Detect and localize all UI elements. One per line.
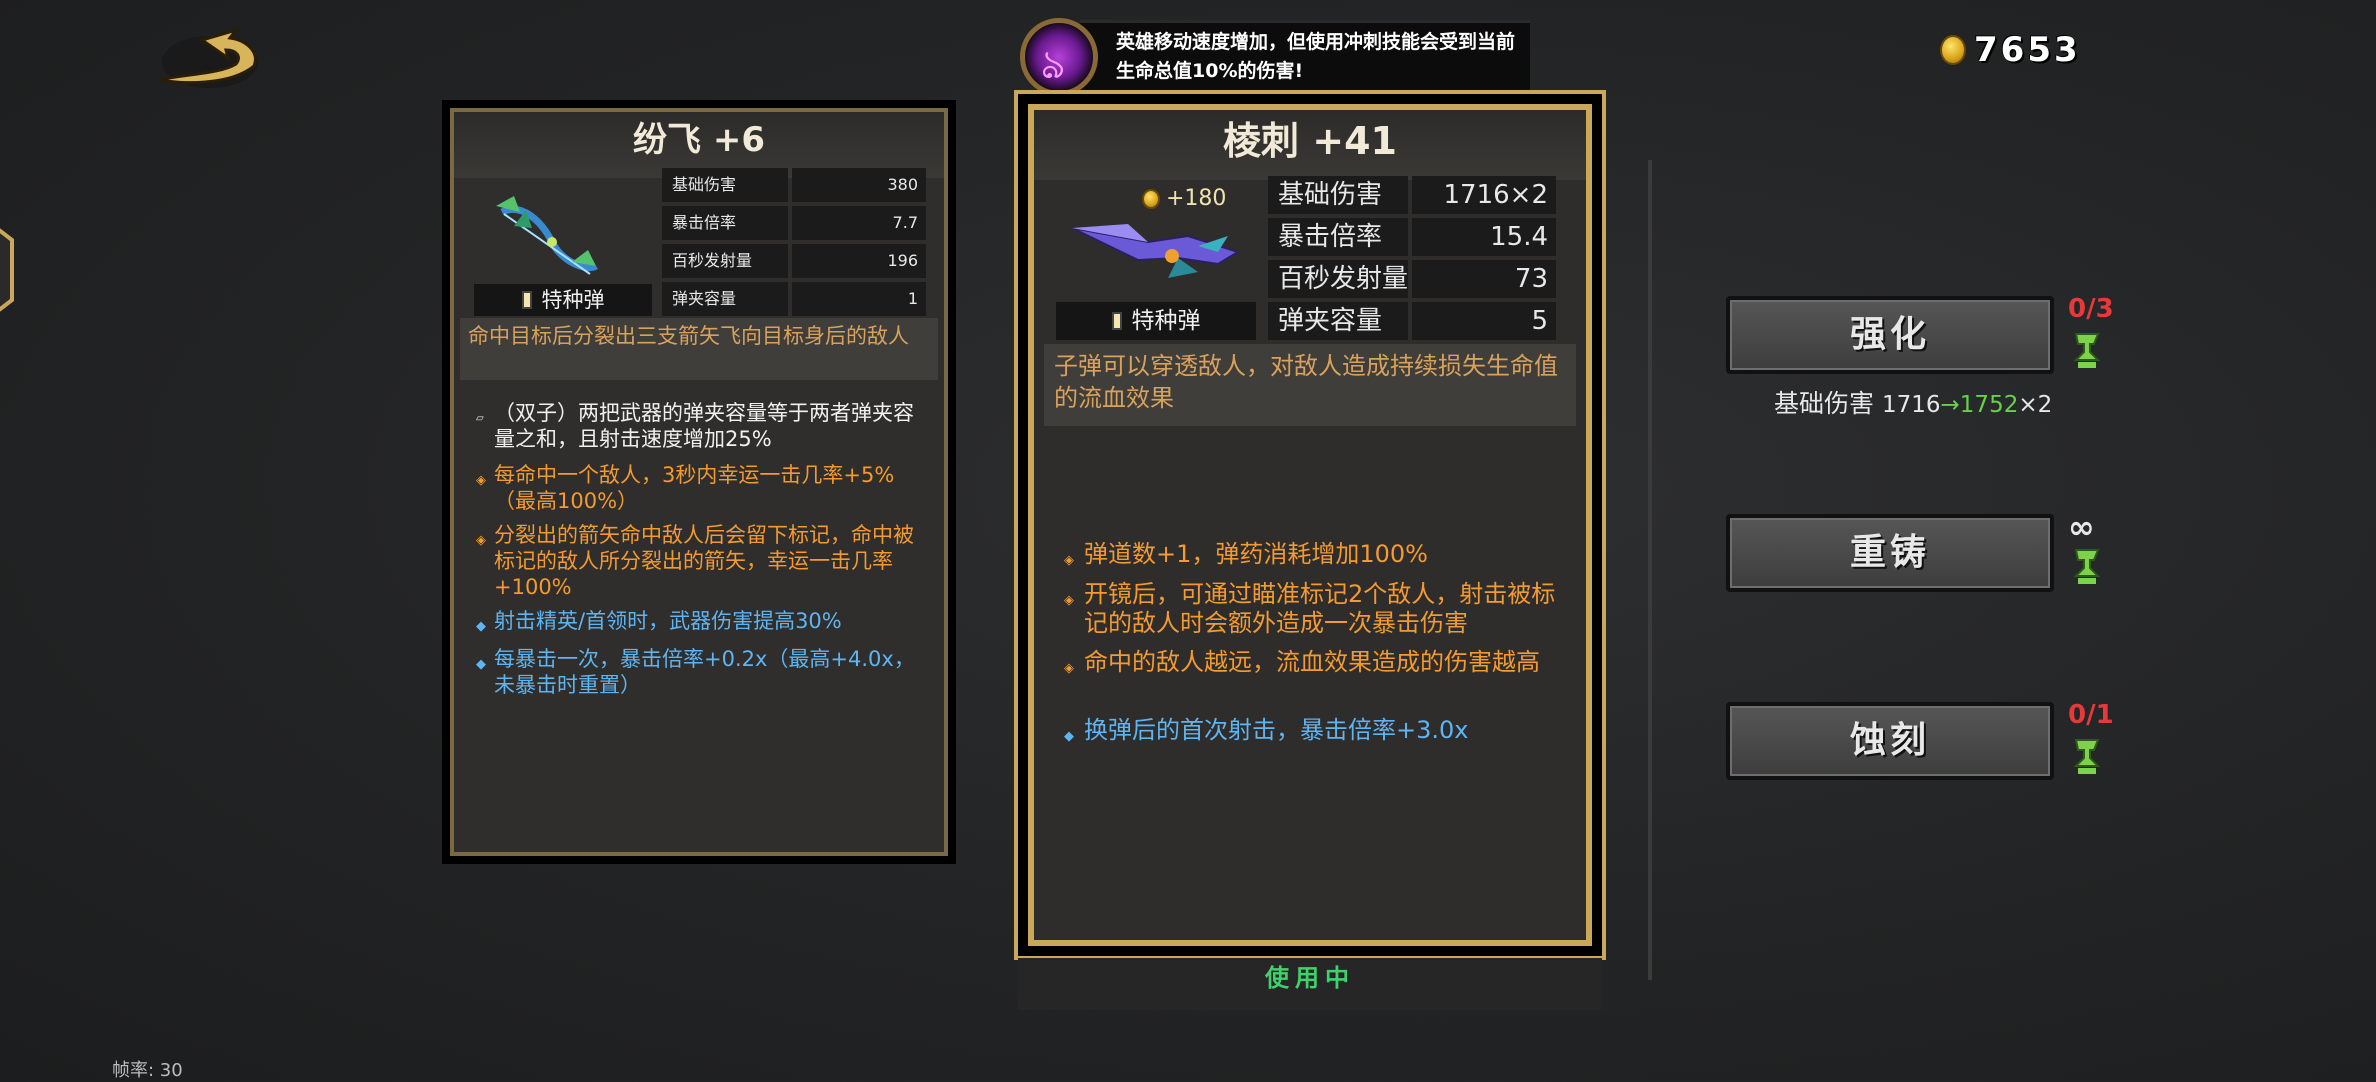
orange-diamond-icon: ◈ xyxy=(476,533,486,548)
weapon-card-equipped[interactable]: 棱刺 +41 +180 基础伤害 1716×2 暴击倍率 15.4 百秒发射量 … xyxy=(1018,94,1602,956)
ammo-type-label: 特种弹 xyxy=(541,288,605,312)
orange-diamond-icon: ◈ xyxy=(1064,553,1074,568)
trait-item: ◈ 弹道数+1，弹药消耗增加100% xyxy=(1064,540,1564,569)
stat-row: 百秒发射量 73 xyxy=(1268,260,1556,298)
upgrade-preview: 基础伤害 1716→1752×2 xyxy=(1774,384,2052,420)
stat-value: 196 xyxy=(792,244,926,278)
trait-item: ◈ 分裂出的箭矢命中敌人后会留下标记，命中被标记的敌人所分裂出的箭矢，幸运一击几率… xyxy=(476,522,916,600)
trait-text: 开镜后，可通过瞄准标记2个敌人，射击被标记的敌人时会额外造成一次暴击伤害 xyxy=(1084,580,1556,637)
trait-item: ◆ 射击精英/首领时，武器伤害提高30% xyxy=(476,608,916,634)
anvil-icon xyxy=(2072,736,2102,776)
anvil-icon xyxy=(2072,546,2102,586)
stat-label: 弹夹容量 xyxy=(662,282,788,316)
orange-diamond-icon: ◈ xyxy=(1064,593,1074,608)
hexagon-tab-icon xyxy=(0,228,14,312)
purple-flame-orb-icon[interactable]: ঌ xyxy=(1020,18,1098,96)
upgrade-button[interactable]: 强化 xyxy=(1726,296,2054,374)
currency-amount: 7653 xyxy=(1974,30,2081,70)
stat-value: 5 xyxy=(1412,302,1556,340)
trait-text: 分裂出的箭矢命中敌人后会留下标记，命中被标记的敌人所分裂出的箭矢，幸运一击几率+… xyxy=(494,523,914,599)
stat-label: 百秒发射量 xyxy=(662,244,788,278)
preview-stat: 基础伤害 xyxy=(1774,389,1875,418)
buff-description: 英雄移动速度增加，但使用冲刺技能会受到当前生命总值10%的伤害! xyxy=(1116,31,1516,82)
upgrade-count: 0/3 xyxy=(2068,294,2114,324)
active-buff-banner: ঌ 英雄移动速度增加，但使用冲刺技能会受到当前生命总值10%的伤害! xyxy=(1020,18,1530,98)
stat-value: 7.7 xyxy=(792,206,926,240)
reforge-count: ∞ xyxy=(2068,508,2095,546)
weapon-title: 纷飞 +6 xyxy=(633,120,765,160)
trait-text: 每命中一个敌人，3秒内幸运一击几率+5%（最高100%） xyxy=(494,463,895,513)
trait-text: 换弹后的首次射击，暴击倍率+3.0x xyxy=(1084,716,1469,744)
arrow-icon: → xyxy=(1940,392,1960,418)
etch-count: 0/1 xyxy=(2068,700,2114,730)
trait-item: ◆ 每暴击一次，暴击倍率+0.2x（最高+4.0x，未暴击时重置） xyxy=(476,646,916,698)
blue-diamond-icon: ◆ xyxy=(476,619,486,634)
spike-rifle-weapon-icon xyxy=(1068,206,1248,286)
equipped-status: 使用中 xyxy=(1018,958,1602,1010)
stat-label: 暴击倍率 xyxy=(662,206,788,240)
stat-value: 73 xyxy=(1412,260,1556,298)
stat-row: 基础伤害 1716×2 xyxy=(1268,176,1556,214)
trait-text: 每暴击一次，暴击倍率+0.2x（最高+4.0x，未暴击时重置） xyxy=(494,647,915,697)
side-drawer-tab[interactable] xyxy=(0,220,16,320)
gold-coin-icon xyxy=(1940,35,1966,65)
bow-weapon-icon xyxy=(492,192,602,284)
preview-from: 1716 xyxy=(1881,392,1941,418)
blue-diamond-icon: ◆ xyxy=(1064,729,1074,744)
back-arrow-icon xyxy=(159,27,258,88)
weapon-card-compare[interactable]: 纷飞 +6 基础伤害 380 暴击倍率 7.7 百秒发射量 196 弹夹容量 1… xyxy=(442,100,956,864)
trait-text: （双子）两把武器的弹夹容量等于两者弹夹容量之和，且射击速度增加25% xyxy=(494,401,914,451)
etch-button[interactable]: 蚀刻 xyxy=(1726,702,2054,780)
bullet-icon xyxy=(521,291,532,309)
ammo-type-badge: 特种弹 xyxy=(474,284,652,316)
stat-row: 暴击倍率 7.7 xyxy=(662,206,926,240)
trait-item: ◆ 换弹后的首次射击，暴击倍率+3.0x xyxy=(1064,716,1564,745)
back-button[interactable] xyxy=(150,22,262,94)
bullet-icon xyxy=(1111,312,1122,330)
trait-item: ◈ 每命中一个敌人，3秒内幸运一击几率+5%（最高100%） xyxy=(476,462,916,514)
stat-row: 基础伤害 380 xyxy=(662,168,926,202)
stat-value: 380 xyxy=(792,168,926,202)
panel-divider xyxy=(1648,160,1652,980)
fps-counter: 帧率: 30 xyxy=(112,1060,183,1081)
reforge-button[interactable]: 重铸 xyxy=(1726,514,2054,592)
trait-item: ▱ （双子）两把武器的弹夹容量等于两者弹夹容量之和，且射击速度增加25% xyxy=(476,400,916,452)
stat-value: 1 xyxy=(792,282,926,316)
preview-to: 1752 xyxy=(1959,392,2019,418)
stat-label: 基础伤害 xyxy=(662,168,788,202)
weapon-description: 子弹可以穿透敌人，对敌人造成持续损失生命值的流血效果 xyxy=(1044,344,1576,426)
stat-row: 暴击倍率 15.4 xyxy=(1268,218,1556,256)
currency-display: 7653 xyxy=(1940,28,2081,72)
dash-icon: ▱ xyxy=(476,413,484,424)
weapon-description: 命中目标后分裂出三支箭矢飞向目标身后的敌人 xyxy=(460,318,938,380)
weapon-title: 棱刺 +41 xyxy=(1223,119,1397,163)
stat-label: 暴击倍率 xyxy=(1268,218,1408,256)
orange-diamond-icon: ◈ xyxy=(476,473,486,488)
stat-value: 1716×2 xyxy=(1412,176,1556,214)
ammo-type-badge: 特种弹 xyxy=(1056,302,1256,340)
orange-diamond-icon: ◈ xyxy=(1064,661,1074,676)
blue-diamond-icon: ◆ xyxy=(476,657,486,672)
stat-row: 百秒发射量 196 xyxy=(662,244,926,278)
stat-label: 百秒发射量 xyxy=(1268,260,1408,298)
trait-text: 射击精英/首领时，武器伤害提高30% xyxy=(494,609,842,633)
anvil-icon xyxy=(2072,330,2102,370)
preview-mult: ×2 xyxy=(2018,392,2053,418)
stat-row: 弹夹容量 1 xyxy=(662,282,926,316)
trait-item: ◈ 命中的敌人越远，流血效果造成的伤害越高 xyxy=(1064,648,1564,677)
stat-row: 弹夹容量 5 xyxy=(1268,302,1556,340)
stat-value: 15.4 xyxy=(1412,218,1556,256)
ammo-type-label: 特种弹 xyxy=(1131,308,1201,334)
trait-item: ◈ 开镜后，可通过瞄准标记2个敌人，射击被标记的敌人时会额外造成一次暴击伤害 xyxy=(1064,580,1564,638)
stat-label: 弹夹容量 xyxy=(1268,302,1408,340)
trait-text: 命中的敌人越远，流血效果造成的伤害越高 xyxy=(1084,648,1540,676)
stat-label: 基础伤害 xyxy=(1268,176,1408,214)
trait-text: 弹道数+1，弹药消耗增加100% xyxy=(1084,540,1428,568)
